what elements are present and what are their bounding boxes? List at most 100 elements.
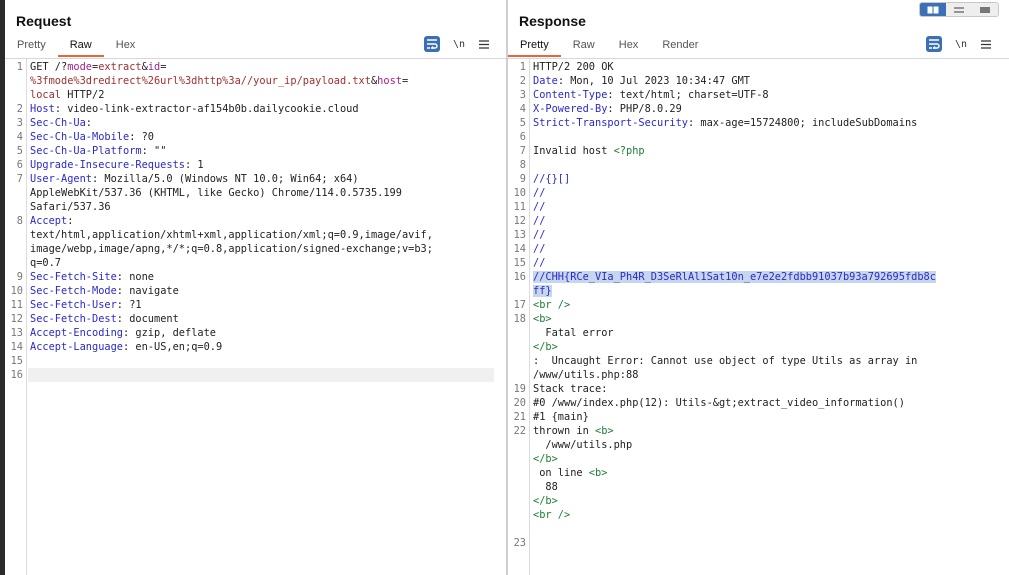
line-content: ff} [530,284,552,298]
token: : none [116,271,154,283]
token: Sec-Ch-Ua-Mobile [30,131,130,143]
request-code-line: 16 [5,368,433,382]
response-tab-pretty[interactable]: Pretty [508,37,561,57]
token: %3fmode%3dredirect%26url%3dhttp%3a//your… [30,75,371,87]
line-content: User-Agent: Mozilla/5.0 (Windows NT 10.0… [27,172,359,186]
request-code-line: 12 Sec-Fetch-Dest: document [5,312,433,326]
line-content: <b> [530,312,552,326]
word-wrap-icon[interactable] [926,36,942,52]
token: // [533,243,546,255]
request-tab-pretty[interactable]: Pretty [5,37,58,57]
request-code-line: 13 Accept-Encoding: gzip, deflate [5,326,433,340]
token: /www/utils.php:88 [533,369,639,381]
word-wrap-icon[interactable] [424,36,440,52]
token: Content-Type [533,89,608,101]
token: HTTP/2 200 OK [533,61,614,73]
line-number: 7 [16,173,23,185]
response-code-line: 18 <b> [508,312,936,326]
response-code-line: 10 // [508,186,936,200]
token: AppleWebKit/537.36 (KHTML, like Gecko) C… [30,187,402,199]
token: Sec-Fetch-Site [30,271,117,283]
line-number: 2 [16,103,23,115]
show-newlines-toggle[interactable]: \n [954,36,968,52]
token: <b> [533,313,552,325]
request-tab-raw[interactable]: Raw [57,37,104,57]
line-content: // [530,214,545,228]
request-tab-hex[interactable]: Hex [104,37,148,57]
line-content: Safari/537.36 [27,200,111,214]
token: extract [98,61,142,73]
request-editor[interactable]: 1 GET /?mode=extract&id= %3fmode%3dredirec… [5,60,433,382]
response-code-line: /www/utils.php:88 [508,368,936,382]
response-code-line: 23 [508,536,936,550]
response-tab-hex[interactable]: Hex [607,37,651,57]
token: Safari/537.36 [30,201,111,213]
token: Sec-Ch-Ua [30,117,86,129]
token: thrown in [533,425,595,437]
token: // [533,187,546,199]
line-content: Stack trace: [530,382,607,396]
layout-stacked-icon[interactable] [946,3,972,16]
response-tab-render[interactable]: Render [650,37,710,57]
request-code-line: 8 Accept: [5,214,433,228]
request-code-line: %3fmode%3dredirect%26url%3dhttp%3a//your… [5,74,433,88]
line-number [508,522,530,536]
line-content: local HTTP/2 [27,88,104,102]
response-code-line: 8 [508,158,936,172]
line-number: 9 [519,173,526,185]
request-code-line: 15 [5,354,433,368]
line-content: </b> [530,494,558,508]
response-code-line: 13 // [508,228,936,242]
line-content: //{}[] [530,172,570,186]
token: // [533,201,546,213]
response-code-line: 15 // [508,256,936,270]
token: mode [67,61,93,73]
line-number [508,284,530,298]
token: Sec-Fetch-Dest [30,313,117,325]
request-code-line: image/webp,image/apng,*/*;q=0.8,applicat… [5,242,433,256]
line-content: Content-Type: text/html; charset=UTF-8 [530,88,769,102]
line-number: 15 [513,257,526,269]
request-code-line: 14 Accept-Language: en-US,en;q=0.9 [5,340,433,354]
hamburger-menu-icon[interactable] [478,36,490,52]
token: // [533,229,546,241]
line-content: 88 [530,480,557,494]
token: #0 /www/index.php(12): Utils-&gt;extract… [533,397,905,409]
token: : gzip, deflate [123,327,216,339]
line-content: // [530,228,545,242]
response-editor[interactable]: 1 HTTP/2 200 OK 2 Date: Mon, 10 Jul 2023 10… [508,60,936,550]
line-content [530,522,539,536]
burp-repeater-window: Request Pretty Raw Hex \n 1 GET /?mode=extr… [0,0,1009,575]
layout-tabs-icon[interactable] [972,3,998,16]
token: // [533,257,546,269]
line-number: 15 [10,355,23,367]
token: local [30,89,61,101]
line-number [508,480,530,494]
response-code-line: <br /> [508,508,936,522]
line-content: X-Powered-By: PHP/8.0.29 [530,102,682,116]
line-number: 10 [513,187,526,199]
hamburger-menu-icon[interactable] [980,36,992,52]
request-code-line: 9 Sec-Fetch-Site: none [5,270,433,284]
token: <?php [613,145,645,157]
line-content: // [530,242,545,256]
token: // [533,215,546,227]
line-content: Accept-Encoding: gzip, deflate [27,326,216,340]
token: text/html,application/xhtml+xml,applicat… [30,229,433,241]
line-content: Upgrade-Insecure-Requests: 1 [27,158,204,172]
response-code-line: 2 Date: Mon, 10 Jul 2023 10:34:47 GMT [508,74,936,88]
token: host [377,75,402,87]
show-newlines-toggle[interactable]: \n [452,36,466,52]
response-code-line: 12 // [508,214,936,228]
layout-side-by-side-icon[interactable] [920,3,946,16]
response-code-line: 1 HTTP/2 200 OK [508,60,936,74]
response-code-line: </b> [508,494,936,508]
response-code-line: 5 Strict-Transport-Security: max-age=1572… [508,116,936,130]
line-content: #0 /www/index.php(12): Utils-&gt;extract… [530,396,905,410]
response-code-line: 17 <br /> [508,298,936,312]
response-tab-raw[interactable]: Raw [561,37,607,57]
token: ff} [533,285,552,297]
line-number: 1 [519,61,526,73]
token: : [67,215,74,227]
token: : Mozilla/5.0 (Windows NT 10.0; Win64; x… [92,173,359,185]
